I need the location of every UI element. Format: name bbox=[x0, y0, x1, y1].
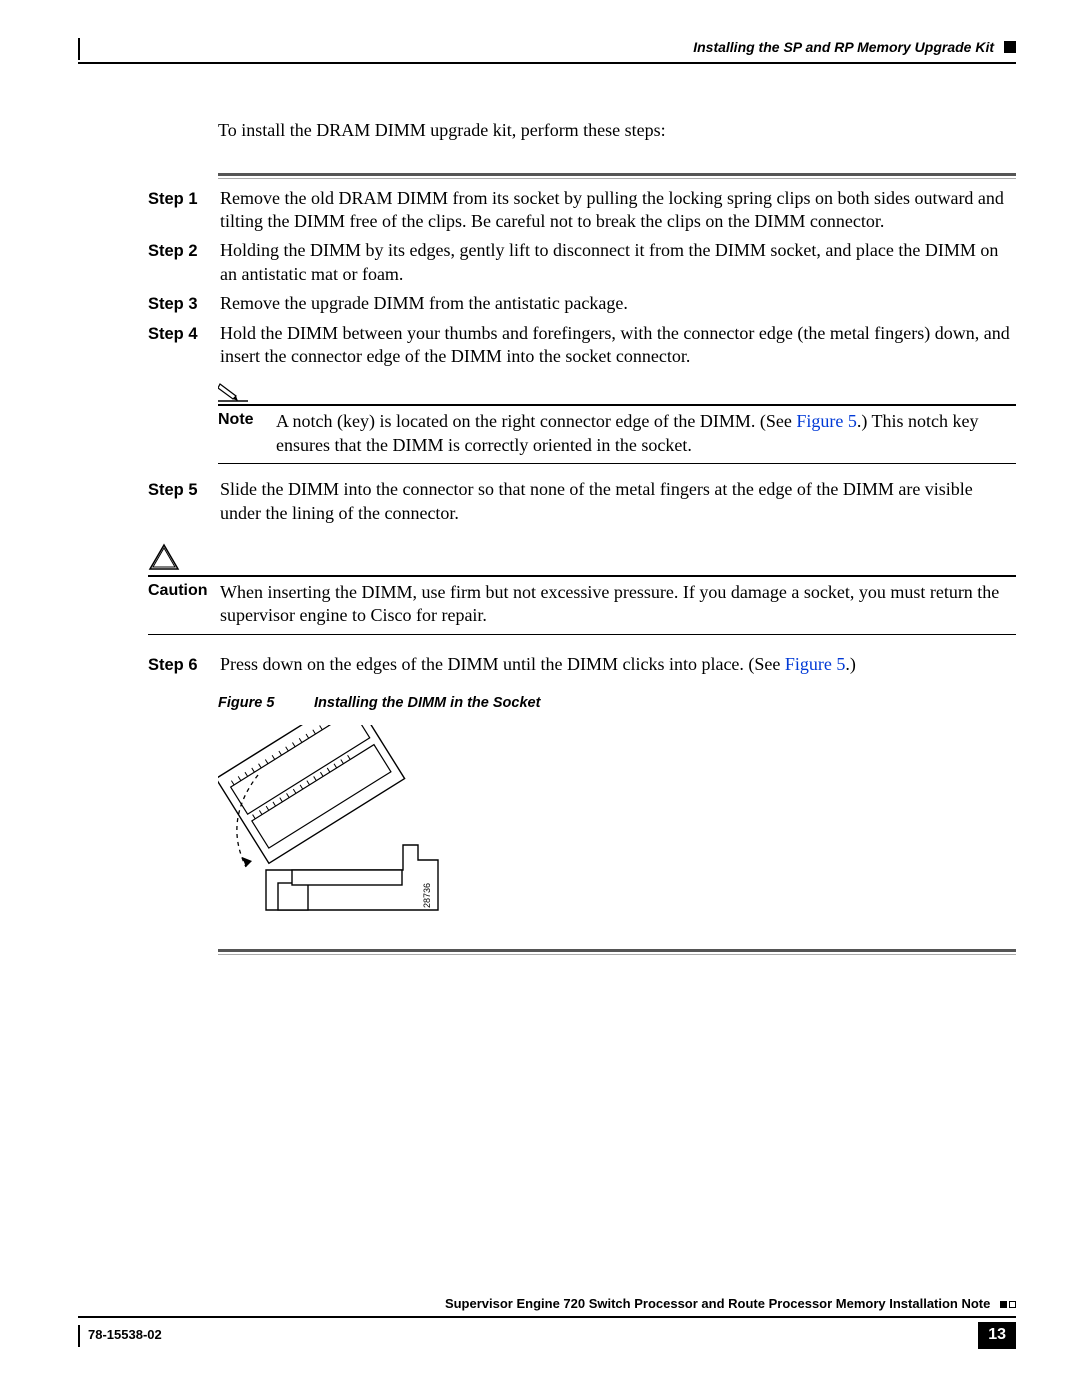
figure-title: Installing the DIMM in the Socket bbox=[314, 695, 540, 711]
step-body: Remove the old DRAM DIMM from its socket… bbox=[220, 187, 1016, 234]
figure-caption: Figure 5 Installing the DIMM in the Sock… bbox=[218, 694, 1016, 713]
doc-number-text: 78-15538-02 bbox=[88, 1327, 162, 1344]
header-square-icon bbox=[1004, 41, 1016, 53]
footer-crop-bar bbox=[78, 1325, 80, 1347]
step-label: Step 4 bbox=[148, 322, 214, 369]
step-label: Step 5 bbox=[148, 478, 214, 525]
page-body: Installing the SP and RP Memory Upgrade … bbox=[78, 38, 1016, 955]
step-body: Remove the upgrade DIMM from the antista… bbox=[220, 292, 1016, 315]
step-text: Press down on the edges of the DIMM unti… bbox=[220, 654, 785, 674]
caution-triangle-icon bbox=[148, 543, 180, 571]
horizontal-rule bbox=[218, 949, 1016, 955]
intro-paragraph: To install the DRAM DIMM upgrade kit, pe… bbox=[218, 119, 1016, 142]
step-label: Step 1 bbox=[148, 187, 214, 234]
footer-title-text: Supervisor Engine 720 Switch Processor a… bbox=[445, 1296, 990, 1311]
pencil-underline-icon bbox=[218, 382, 1016, 402]
page-footer: Supervisor Engine 720 Switch Processor a… bbox=[78, 1296, 1016, 1349]
figure-illustration: 28736 bbox=[218, 725, 1016, 931]
caution-label: Caution bbox=[148, 581, 220, 628]
step-label: Step 3 bbox=[148, 292, 214, 315]
step-label: Step 2 bbox=[148, 239, 214, 286]
horizontal-rule bbox=[148, 634, 1016, 635]
step-row: Step 2 Holding the DIMM by its edges, ge… bbox=[148, 239, 1016, 286]
header-section-title: Installing the SP and RP Memory Upgrade … bbox=[693, 38, 994, 56]
page-number: 13 bbox=[978, 1322, 1016, 1349]
step-body: Press down on the edges of the DIMM unti… bbox=[220, 653, 1016, 676]
note-block: Note A notch (key) is located on the rig… bbox=[218, 382, 1016, 464]
footer-doc-title: Supervisor Engine 720 Switch Processor a… bbox=[78, 1296, 1016, 1318]
step-text: .) bbox=[845, 654, 856, 674]
note-text: A notch (key) is located on the right co… bbox=[276, 411, 796, 431]
note-label: Note bbox=[218, 410, 276, 457]
figure-link[interactable]: Figure 5 bbox=[785, 654, 846, 674]
steps-list: Step 6 Press down on the edges of the DI… bbox=[148, 653, 1016, 676]
step-row: Step 5 Slide the DIMM into the connector… bbox=[148, 478, 1016, 525]
step-row: Step 4 Hold the DIMM between your thumbs… bbox=[148, 322, 1016, 369]
figure-art-id: 28736 bbox=[422, 883, 432, 908]
note-body: A notch (key) is located on the right co… bbox=[276, 410, 1016, 457]
steps-list: Step 1 Remove the old DRAM DIMM from its… bbox=[148, 187, 1016, 369]
step-row: Step 1 Remove the old DRAM DIMM from its… bbox=[148, 187, 1016, 234]
horizontal-rule bbox=[148, 575, 1016, 577]
figure-link[interactable]: Figure 5 bbox=[796, 411, 857, 431]
caution-block: Caution When inserting the DIMM, use fir… bbox=[148, 543, 1016, 635]
caution-body: When inserting the DIMM, use firm but no… bbox=[220, 581, 1016, 628]
step-label: Step 6 bbox=[148, 653, 214, 676]
steps-list: Step 5 Slide the DIMM into the connector… bbox=[148, 478, 1016, 525]
step-body: Hold the DIMM between your thumbs and fo… bbox=[220, 322, 1016, 369]
square-icon bbox=[1000, 1301, 1007, 1308]
step-row: Step 6 Press down on the edges of the DI… bbox=[148, 653, 1016, 676]
square-icon bbox=[1009, 1301, 1016, 1308]
step-body: Holding the DIMM by its edges, gently li… bbox=[220, 239, 1016, 286]
horizontal-rule bbox=[218, 173, 1016, 179]
step-row: Step 3 Remove the upgrade DIMM from the … bbox=[148, 292, 1016, 315]
running-header: Installing the SP and RP Memory Upgrade … bbox=[78, 38, 1016, 64]
horizontal-rule bbox=[218, 404, 1016, 406]
horizontal-rule bbox=[218, 463, 1016, 464]
figure-label: Figure 5 bbox=[218, 694, 310, 713]
footer-doc-number: 78-15538-02 bbox=[78, 1325, 162, 1347]
step-body: Slide the DIMM into the connector so tha… bbox=[220, 478, 1016, 525]
